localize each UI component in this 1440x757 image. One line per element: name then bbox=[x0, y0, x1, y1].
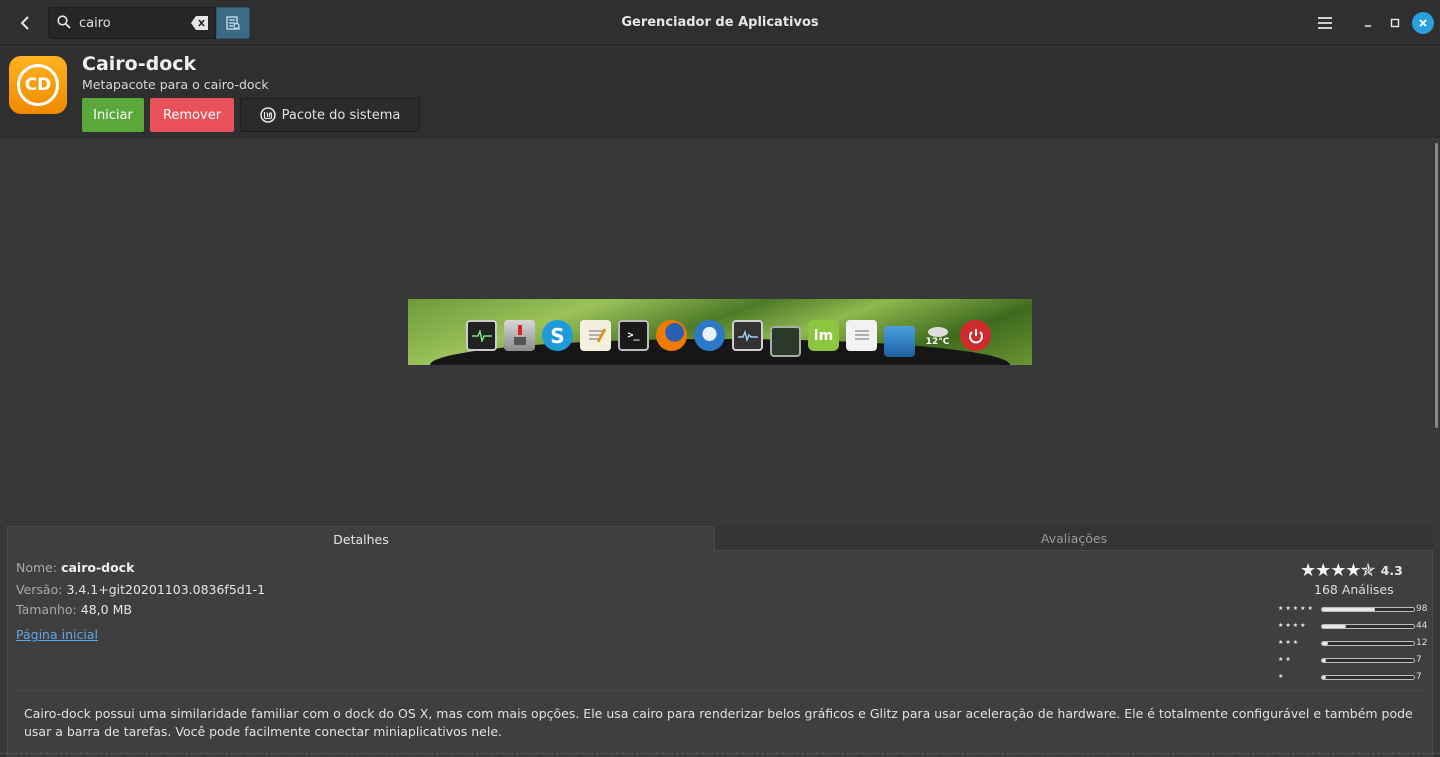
reviews-count: 168 Análises bbox=[1314, 582, 1394, 597]
weather-icon: 12°C bbox=[922, 320, 953, 351]
app-header: CD Cairo-dock Metapacote para o cairo-do… bbox=[0, 47, 1440, 138]
rating-row-5: ★★★★★ 98 bbox=[1278, 602, 1434, 619]
rating-summary: ★★★★✯ 4.3 bbox=[1300, 560, 1403, 581]
close-button[interactable] bbox=[1412, 12, 1434, 34]
rating-bar-fill bbox=[1322, 676, 1326, 679]
notes-icon bbox=[846, 320, 877, 351]
rating-row-stars: ★ bbox=[1278, 673, 1286, 680]
text-editor-icon bbox=[580, 320, 611, 351]
version-row: Versão: 3.4.1+git20201103.0836f5d1-1 bbox=[16, 582, 265, 597]
size-label: Tamanho: bbox=[16, 602, 77, 617]
app-name: Cairo-dock bbox=[82, 53, 197, 75]
size-value: 48,0 MB bbox=[80, 602, 132, 617]
network-icon bbox=[770, 326, 801, 357]
rating-bar bbox=[1321, 607, 1415, 612]
rating-bar-fill bbox=[1322, 642, 1329, 645]
tab-details[interactable]: Detalhes bbox=[7, 526, 715, 551]
skype-icon: S bbox=[542, 320, 573, 351]
details-panel: Nome: cairo-dock Versão: 3.4.1+git202011… bbox=[7, 551, 1433, 757]
clear-search-icon[interactable] bbox=[191, 16, 209, 30]
thunderbird-icon bbox=[694, 320, 725, 351]
maximize-icon bbox=[1390, 18, 1400, 28]
trash-icon bbox=[884, 326, 915, 357]
bottom-edge bbox=[0, 753, 1440, 757]
search-in-description-toggle[interactable] bbox=[216, 7, 250, 39]
firefox-icon bbox=[656, 320, 687, 351]
rating-bar bbox=[1321, 641, 1415, 646]
rating-bar bbox=[1321, 658, 1415, 663]
package-source-label: Pacote do sistema bbox=[281, 107, 401, 123]
rating-row-stars: ★★ bbox=[1278, 656, 1293, 663]
hamburger-menu-icon bbox=[1318, 17, 1332, 29]
rating-bar-fill bbox=[1322, 659, 1326, 662]
app-icon-text: CD bbox=[17, 64, 59, 106]
rating-row-stars: ★★★★★ bbox=[1278, 605, 1315, 612]
rating-score: 4.3 bbox=[1380, 563, 1403, 578]
search-icon bbox=[57, 15, 71, 29]
version-value: 3.4.1+git20201103.0836f5d1-1 bbox=[66, 582, 266, 597]
divider bbox=[16, 690, 1426, 691]
search-input[interactable] bbox=[79, 12, 189, 34]
rating-row-count: 12 bbox=[1416, 638, 1428, 648]
tab-bar: Detalhes Avaliações bbox=[7, 526, 1433, 551]
rating-bar-fill bbox=[1322, 625, 1346, 628]
search-box bbox=[48, 7, 216, 39]
rating-row-stars: ★★★★ bbox=[1278, 622, 1308, 629]
system-monitor-icon bbox=[466, 320, 497, 351]
vertical-scrollbar[interactable] bbox=[1435, 143, 1438, 428]
rating-bar bbox=[1321, 675, 1415, 680]
weather-text: 12°C bbox=[925, 336, 950, 347]
system-monitor-2-icon bbox=[732, 320, 763, 351]
rating-row-count: 7 bbox=[1416, 655, 1422, 665]
name-row: Nome: cairo-dock bbox=[16, 560, 134, 575]
app-description: Cairo-dock possui uma similaridade famil… bbox=[24, 706, 1413, 739]
app-screenshot[interactable]: S >_ lm 12°C bbox=[408, 299, 1032, 365]
rating-row-3: ★★★ 12 bbox=[1278, 636, 1434, 653]
minimize-button[interactable] bbox=[1357, 12, 1379, 34]
cairo-dock-app-icon: CD bbox=[9, 56, 67, 114]
rating-stars: ★★★★✯ bbox=[1300, 560, 1376, 581]
linux-mint-icon bbox=[259, 107, 276, 123]
title-bar: Gerenciador de Aplicativos bbox=[0, 0, 1440, 46]
document-search-icon bbox=[226, 16, 241, 30]
rating-row-2: ★★ 7 bbox=[1278, 653, 1434, 670]
back-button[interactable] bbox=[10, 8, 40, 38]
remove-button[interactable]: Remover bbox=[150, 98, 234, 132]
launch-button[interactable]: Iniciar bbox=[82, 98, 144, 132]
rating-row-count: 7 bbox=[1416, 672, 1422, 682]
chevron-left-icon bbox=[20, 16, 29, 30]
name-value: cairo-dock bbox=[61, 560, 135, 575]
linux-mint-dock-icon: lm bbox=[808, 320, 839, 351]
name-label: Nome: bbox=[16, 560, 58, 575]
power-icon bbox=[960, 320, 991, 351]
minimize-icon bbox=[1365, 25, 1371, 27]
close-icon bbox=[1419, 19, 1427, 27]
rating-row-1: ★ 7 bbox=[1278, 670, 1434, 687]
rating-row-count: 44 bbox=[1416, 621, 1428, 631]
package-source-button[interactable]: Pacote do sistema bbox=[240, 98, 420, 132]
rating-row-stars: ★★★ bbox=[1278, 639, 1301, 646]
size-row: Tamanho: 48,0 MB bbox=[16, 602, 132, 617]
app-summary: Metapacote para o cairo-dock bbox=[82, 77, 269, 92]
rating-row-count: 98 bbox=[1416, 604, 1428, 614]
menu-button[interactable] bbox=[1312, 10, 1338, 36]
rating-bar-fill bbox=[1322, 608, 1376, 611]
homepage-link[interactable]: Página inicial bbox=[16, 627, 98, 642]
screenshot-area: S >_ lm 12°C bbox=[0, 139, 1433, 525]
tab-reviews[interactable]: Avaliações bbox=[715, 526, 1433, 551]
version-label: Versão: bbox=[16, 582, 63, 597]
maximize-button[interactable] bbox=[1384, 12, 1406, 34]
terminal-icon: >_ bbox=[618, 320, 649, 351]
rating-row-4: ★★★★ 44 bbox=[1278, 619, 1434, 636]
rating-bar bbox=[1321, 624, 1415, 629]
dock-icons: S >_ lm 12°C bbox=[466, 320, 991, 357]
transmission-icon bbox=[504, 320, 535, 351]
